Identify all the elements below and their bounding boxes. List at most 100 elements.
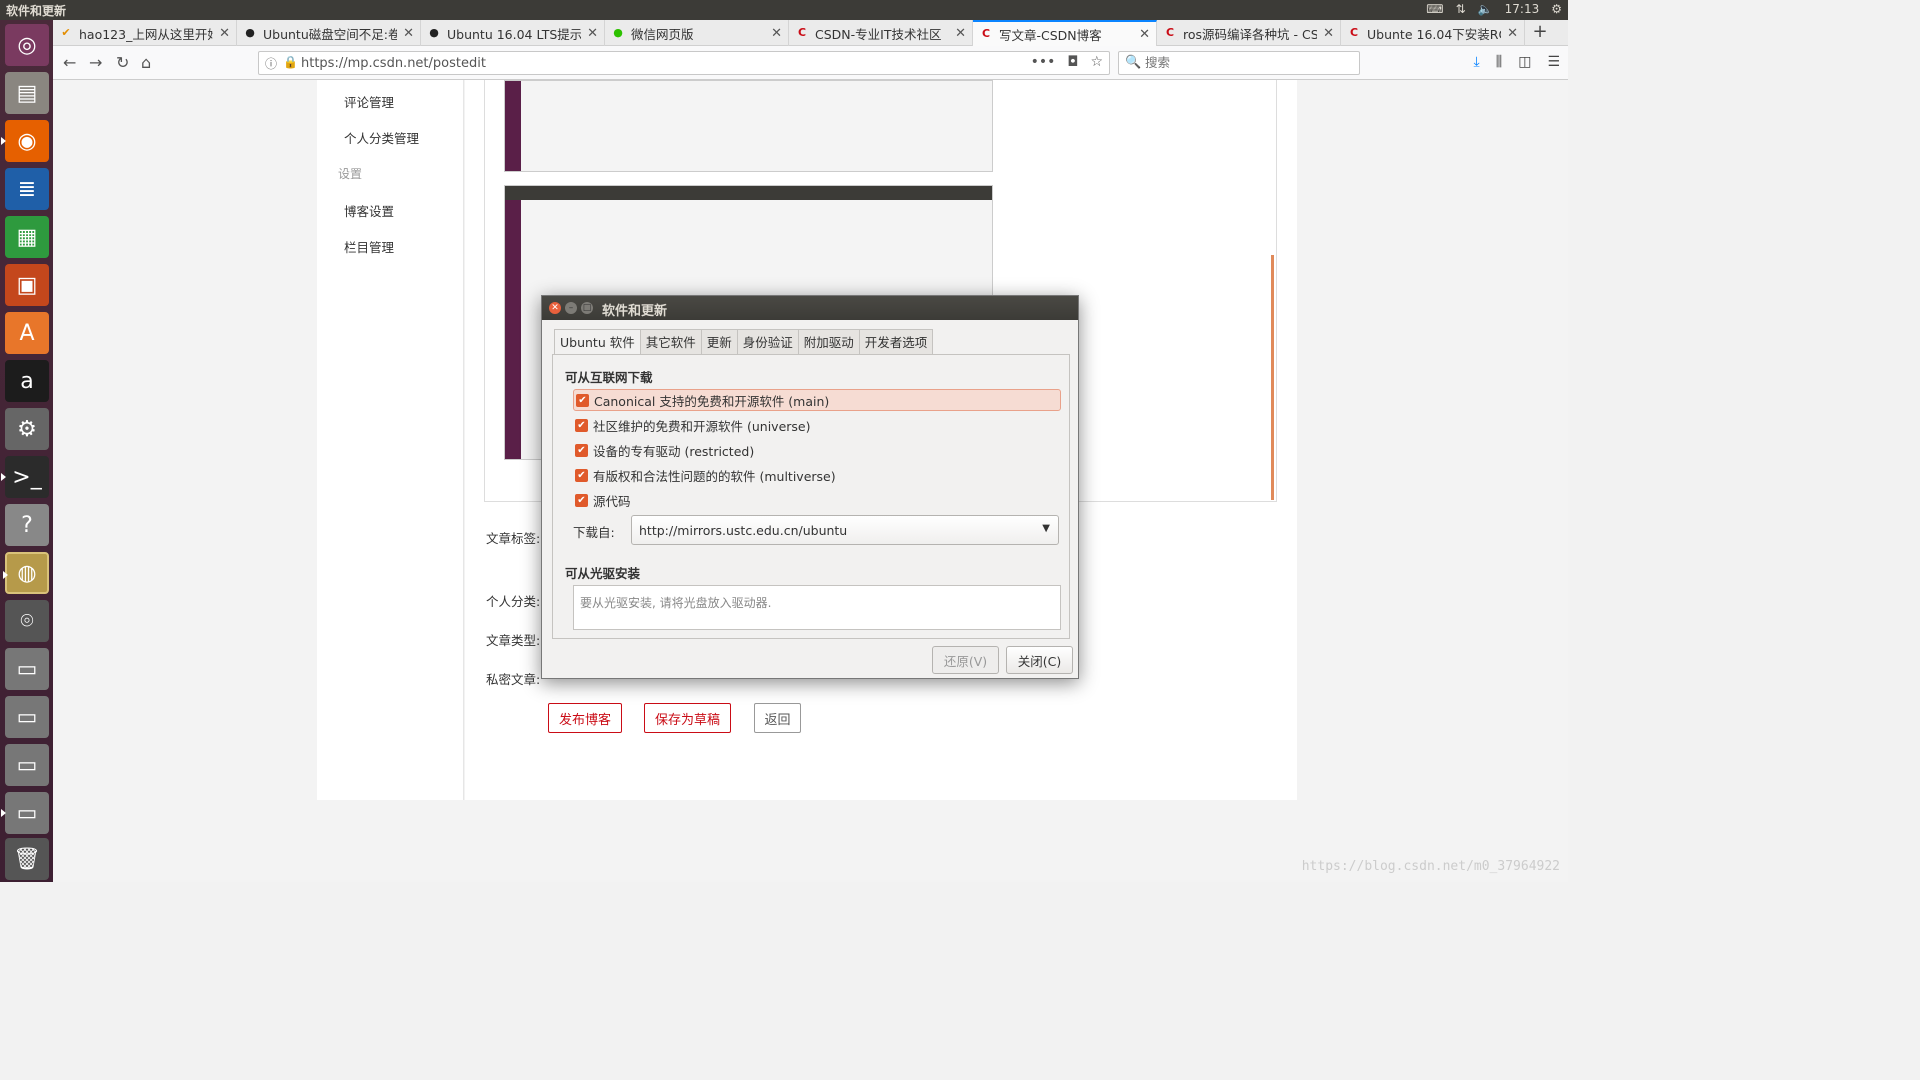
tab-authentication[interactable]: 身份验证: [737, 329, 799, 355]
url-bar[interactable]: ⓘ 🔒 https://mp.csdn.net/postedit ••• ◘ ☆: [258, 51, 1110, 75]
tab-title: CSDN-专业IT技术社区: [815, 26, 942, 42]
tab-other-software[interactable]: 其它软件: [640, 329, 702, 355]
option-multiverse[interactable]: ✔ 有版权和合法性问题的的软件 (multiverse): [573, 464, 1061, 486]
back-button[interactable]: 返回: [754, 703, 801, 733]
watermark: https://blog.csdn.net/m0_37964922: [1301, 859, 1560, 874]
tab-ros-build[interactable]: C ros源码编译各种坑 - CSD ✕: [1157, 20, 1341, 46]
forward-icon[interactable]: →: [89, 53, 102, 72]
terminal-icon[interactable]: >_: [1, 456, 49, 498]
option-restricted[interactable]: ✔ 设备的专有驱动 (restricted): [573, 439, 1061, 461]
download-server-select[interactable]: http://mirrors.ustc.edu.cn/ubuntu ▼: [631, 515, 1059, 545]
back-icon[interactable]: ←: [63, 53, 76, 72]
checkbox-checked-icon[interactable]: ✔: [575, 418, 588, 432]
close-icon[interactable]: ✕: [403, 26, 414, 41]
editor-scrollbar[interactable]: [1271, 255, 1274, 500]
option-label: 有版权和合法性问题的的软件 (multiverse): [593, 468, 836, 484]
lock-icon[interactable]: 🔒: [283, 55, 298, 69]
network-icon[interactable]: ⇅: [1456, 2, 1466, 16]
embedded-screenshot: [504, 80, 993, 172]
option-label: 设备的专有驱动 (restricted): [593, 443, 755, 459]
sidebar-item-categories[interactable]: 个人分类管理: [344, 128, 419, 147]
close-icon[interactable]: ✕: [955, 26, 966, 41]
bookmark-star-icon[interactable]: ☆: [1090, 54, 1103, 70]
close-icon[interactable]: ✕: [219, 26, 230, 41]
dialog-titlebar[interactable]: ✕ – □ 软件和更新: [542, 296, 1078, 320]
dialog-tabs: Ubuntu 软件 其它软件 更新 身份验证 附加驱动 开发者选项: [554, 329, 934, 355]
save-draft-button[interactable]: 保存为草稿: [644, 703, 731, 733]
tab-ubuntu-software[interactable]: Ubuntu 软件: [554, 329, 641, 355]
files-icon[interactable]: ▤: [5, 72, 49, 114]
clock[interactable]: 17:13: [1505, 2, 1540, 16]
software-center-icon[interactable]: A: [5, 312, 49, 354]
url-text[interactable]: https://mp.csdn.net/postedit: [301, 56, 486, 71]
sidebar-item-comments[interactable]: 评论管理: [344, 92, 394, 111]
firefox-icon[interactable]: ◉: [1, 120, 49, 162]
calc-icon[interactable]: ▦: [5, 216, 49, 258]
close-window-icon[interactable]: ✕: [549, 302, 561, 314]
drive-icon[interactable]: ▭: [1, 792, 49, 834]
tab-ubuntu-disk[interactable]: ● Ubuntu磁盘空间不足:卷 ✕: [237, 20, 421, 46]
option-source-code[interactable]: ✔ 源代码: [573, 489, 1061, 511]
close-icon[interactable]: ✕: [1323, 26, 1334, 41]
publish-button[interactable]: 发布博客: [548, 703, 622, 733]
ubuntu-dash-icon[interactable]: ◎: [5, 24, 49, 66]
close-button[interactable]: 关闭(C): [1006, 646, 1073, 674]
tab-hao123[interactable]: ✔ hao123_上网从这里开始 ✕: [53, 20, 237, 46]
info-icon[interactable]: ⓘ: [265, 55, 277, 72]
help-icon[interactable]: ?: [5, 504, 49, 546]
dialog-title: 软件和更新: [602, 304, 668, 319]
close-icon[interactable]: ✕: [1139, 27, 1150, 42]
writer-icon[interactable]: ≣: [5, 168, 49, 210]
tab-wechat[interactable]: ● 微信网页版 ✕: [605, 20, 789, 46]
system-settings-icon[interactable]: ⚙: [5, 408, 49, 450]
tags-label: 文章标签:: [486, 531, 541, 546]
tab-ros-install[interactable]: C Ubunte 16.04下安装ROS ✕: [1341, 20, 1525, 46]
amazon-icon[interactable]: a: [5, 360, 49, 402]
trash-icon[interactable]: 🗑: [5, 838, 49, 880]
library-icon[interactable]: ⫼: [1496, 54, 1502, 70]
software-updater-icon[interactable]: ◍: [3, 552, 49, 594]
download-icon[interactable]: ⤓: [1474, 54, 1480, 70]
close-icon[interactable]: ✕: [587, 26, 598, 41]
drive-icon[interactable]: ▭: [5, 648, 49, 690]
cdrom-list[interactable]: 要从光驱安装, 请将光盘放入驱动器.: [573, 585, 1061, 630]
tab-updates[interactable]: 更新: [701, 329, 738, 355]
screenshot-icon[interactable]: ⌾: [5, 600, 49, 642]
system-tray: ⌨ ⇅ 🔈 17:13 ⚙: [1426, 2, 1562, 16]
checkbox-checked-icon[interactable]: ✔: [575, 468, 588, 482]
new-tab-button[interactable]: +: [1525, 20, 1555, 45]
checkbox-checked-icon[interactable]: ✔: [576, 393, 589, 407]
option-universe[interactable]: ✔ 社区维护的免费和开源软件 (universe): [573, 414, 1061, 436]
volume-icon[interactable]: 🔈: [1478, 2, 1493, 16]
impress-icon[interactable]: ▣: [5, 264, 49, 306]
keyboard-icon[interactable]: ⌨: [1426, 2, 1443, 16]
pocket-icon[interactable]: ◘: [1067, 54, 1078, 70]
search-bar[interactable]: 🔍: [1118, 51, 1360, 75]
close-icon[interactable]: ✕: [771, 26, 782, 41]
menu-icon[interactable]: ☰: [1547, 54, 1560, 70]
tab-title: hao123_上网从这里开始: [79, 26, 214, 42]
gear-icon[interactable]: ⚙: [1551, 2, 1562, 16]
reload-icon[interactable]: ↻: [116, 53, 129, 72]
search-input[interactable]: [1145, 55, 1345, 70]
home-icon[interactable]: ⌂: [141, 53, 151, 72]
close-icon[interactable]: ✕: [1507, 26, 1518, 41]
tab-ubuntu-1604[interactable]: ● Ubuntu 16.04 LTS提示"卷 ✕: [421, 20, 605, 46]
revert-button[interactable]: 还原(V): [932, 646, 999, 674]
drive-icon[interactable]: ▭: [5, 744, 49, 786]
sidebar-icon[interactable]: ◫: [1518, 54, 1531, 70]
tab-write-article[interactable]: C 写文章-CSDN博客 ✕: [973, 20, 1157, 46]
sidebar-item-column-management[interactable]: 栏目管理: [344, 237, 394, 256]
checkbox-checked-icon[interactable]: ✔: [575, 493, 588, 507]
tab-title: Ubuntu磁盘空间不足:卷: [263, 26, 398, 42]
tab-additional-drivers[interactable]: 附加驱动: [798, 329, 860, 355]
tab-csdn[interactable]: C CSDN-专业IT技术社区 ✕: [789, 20, 973, 46]
option-main[interactable]: ✔ Canonical 支持的免费和开源软件 (main): [573, 389, 1061, 411]
sidebar-item-blog-settings[interactable]: 博客设置: [344, 201, 394, 220]
page-actions-icon[interactable]: •••: [1031, 54, 1056, 70]
checkbox-checked-icon[interactable]: ✔: [575, 443, 588, 457]
minimize-icon[interactable]: –: [565, 302, 577, 314]
tab-developer-options[interactable]: 开发者选项: [859, 329, 934, 355]
maximize-icon[interactable]: □: [581, 302, 593, 314]
drive-icon[interactable]: ▭: [5, 696, 49, 738]
